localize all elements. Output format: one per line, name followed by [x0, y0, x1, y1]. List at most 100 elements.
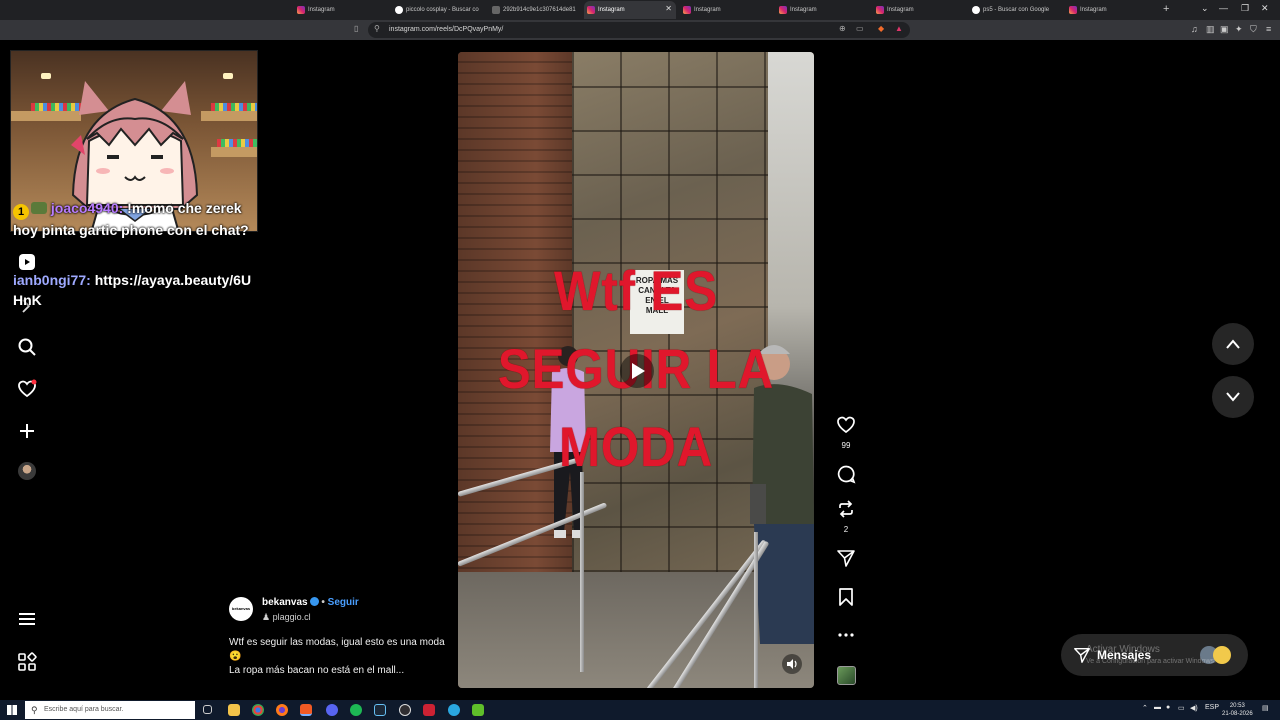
discord-icon[interactable]	[326, 704, 338, 716]
tab-title: piccolo cosplay - Buscar co	[406, 7, 479, 13]
tab-title: Instagram	[308, 7, 335, 13]
site-info-icon[interactable]: ⚲	[374, 24, 380, 33]
extensions-icon[interactable]: ✦	[1235, 24, 1243, 35]
bookmark-save-icon	[839, 588, 853, 606]
verified-badge-icon	[309, 597, 319, 606]
wallet-icon[interactable]: ▣	[1220, 24, 1229, 35]
minimize-icon[interactable]: —	[1219, 3, 1228, 13]
author-username[interactable]: bekanvas	[262, 597, 308, 608]
share-button[interactable]	[836, 548, 856, 573]
sidebar-icon[interactable]: ▥	[1206, 24, 1215, 35]
browser-tab-strip: Instagram piccolo cosplay - Buscar co 29…	[0, 0, 1280, 20]
task-view-icon[interactable]	[203, 705, 212, 714]
app-icon[interactable]	[448, 704, 460, 716]
brave-icon[interactable]	[300, 704, 312, 716]
notification-center-icon[interactable]: ▤	[1262, 704, 1269, 712]
save-button[interactable]	[836, 587, 856, 612]
badge-icon: 1	[13, 204, 29, 220]
bookmark-icon[interactable]: ▯	[354, 24, 358, 33]
language-indicator[interactable]: ESP	[1205, 704, 1219, 711]
spotify-icon[interactable]	[350, 704, 362, 716]
volume-icon[interactable]: ◀)	[1190, 704, 1198, 712]
reel-caption[interactable]: Wtf es seguir las modas, igual esto es u…	[229, 636, 451, 678]
brave-shield-icon[interactable]: ◆	[878, 24, 884, 33]
author-avatar[interactable]: bekanvas	[229, 597, 253, 621]
taskbar-search-box[interactable]: ⚲ Escribe aquí para buscar.	[25, 701, 195, 719]
taskbar-clock[interactable]: 20:53 21-08-2026	[1222, 702, 1253, 718]
microphone-icon[interactable]: ●	[1166, 704, 1170, 711]
instagram-icon	[1069, 6, 1077, 14]
follow-button[interactable]: Seguir	[328, 597, 359, 608]
instagram-icon	[297, 6, 305, 14]
steam-icon[interactable]	[374, 704, 386, 716]
browser-tab[interactable]: Instagram	[776, 1, 868, 19]
audio-link[interactable]: ♟ plaggio.cl	[262, 612, 311, 623]
tab-title: ps5 - Buscar con Google	[983, 7, 1050, 13]
profile-avatar[interactable]	[18, 462, 36, 480]
audio-thumbnail[interactable]	[837, 666, 856, 685]
previous-reel-button[interactable]	[1212, 323, 1254, 365]
instagram-page: ROPA MAS CAN N TA EN EL MALL Wtf ES SEGU…	[0, 40, 1280, 700]
windows-taskbar: ⚲ Escribe aquí para buscar. ⌃ ▬ ● ▭ ◀) E…	[0, 700, 1280, 720]
author-row: bekanvas • Seguir	[262, 597, 359, 608]
obs-icon[interactable]	[399, 704, 411, 716]
notifications-heart-icon[interactable]	[17, 379, 37, 399]
more-menu-icon[interactable]	[17, 609, 37, 629]
instagram-icon	[876, 6, 884, 14]
windows-start-icon[interactable]	[7, 705, 17, 715]
more-dots-icon	[838, 633, 854, 637]
firefox-icon[interactable]	[276, 704, 288, 716]
chrome-icon[interactable]	[252, 704, 264, 716]
close-window-icon[interactable]: ✕	[1261, 3, 1269, 14]
instagram-icon	[587, 6, 595, 14]
create-plus-icon[interactable]	[17, 421, 37, 441]
app-icon[interactable]	[423, 704, 435, 716]
browser-tab[interactable]: piccolo cosplay - Buscar co	[392, 1, 484, 19]
tray-app-icon[interactable]: ▬	[1154, 704, 1161, 711]
repost-icon	[839, 500, 853, 518]
next-reel-button[interactable]	[1212, 376, 1254, 418]
browser-tab[interactable]: Instagram	[873, 1, 965, 19]
emote-badge-icon	[31, 202, 47, 214]
cast-icon[interactable]: ▭	[856, 24, 864, 33]
menu-icon[interactable]: ≡	[1266, 24, 1271, 34]
chat-text: !momo che zerek hoy pinta gartic phone c…	[13, 200, 249, 238]
network-icon[interactable]: ▭	[1178, 704, 1185, 712]
browser-tab[interactable]: Instagram	[294, 1, 386, 19]
chevron-down-icon	[1226, 392, 1240, 402]
tray-overflow-icon[interactable]: ⌃	[1142, 704, 1148, 712]
zoom-icon[interactable]: ⊕	[839, 24, 846, 33]
tab-title: Instagram	[1080, 7, 1107, 13]
browser-tab[interactable]: Instagram	[1066, 1, 1158, 19]
file-explorer-icon[interactable]	[228, 704, 240, 716]
tab-list-icon[interactable]: ⌄	[1201, 3, 1209, 14]
chat-username: ianb0ngi77:	[13, 272, 91, 288]
browser-tab[interactable]: ps5 - Buscar con Google	[969, 1, 1061, 19]
browser-tab[interactable]: Instagram	[680, 1, 772, 19]
comment-button[interactable]	[836, 464, 856, 489]
tab-title: 292b914c9e1c307614de81	[503, 7, 576, 13]
media-icon[interactable]: ♫	[1191, 24, 1198, 34]
vpn-icon[interactable]: ⛉	[1250, 24, 1257, 35]
reel-video[interactable]: ROPA MAS CAN N TA EN EL MALL Wtf ES SEGU…	[458, 52, 814, 688]
separator-dot: •	[321, 597, 325, 608]
like-count: 99	[841, 441, 851, 450]
mute-button[interactable]	[782, 654, 802, 674]
url-bar[interactable]: ⚲ instagram.com/reels/DcPQvayPnMy/ ⊕ ▭ ◆…	[368, 22, 910, 38]
app-icon[interactable]	[472, 704, 484, 716]
browser-tab[interactable]: 292b914c9e1c307614de81	[489, 1, 581, 19]
also-from-meta-icon[interactable]	[17, 652, 37, 672]
chat-message: 1 joaco4940: !momo che zerek hoy pinta g…	[13, 198, 261, 240]
browser-tab-active[interactable]: Instagram ✕	[584, 1, 676, 19]
google-icon	[972, 6, 980, 14]
tab-title: Instagram	[598, 7, 625, 13]
like-button[interactable]: 99	[836, 415, 856, 450]
play-button[interactable]	[620, 354, 654, 388]
restore-icon[interactable]: ❐	[1241, 3, 1249, 14]
search-icon[interactable]	[17, 337, 37, 357]
repost-button[interactable]: 2	[836, 499, 856, 534]
more-options-button[interactable]	[836, 625, 856, 650]
brave-rewards-icon[interactable]: ▲	[895, 24, 903, 33]
new-tab-icon[interactable]: +	[1163, 3, 1169, 15]
close-tab-icon[interactable]: ✕	[665, 4, 672, 13]
